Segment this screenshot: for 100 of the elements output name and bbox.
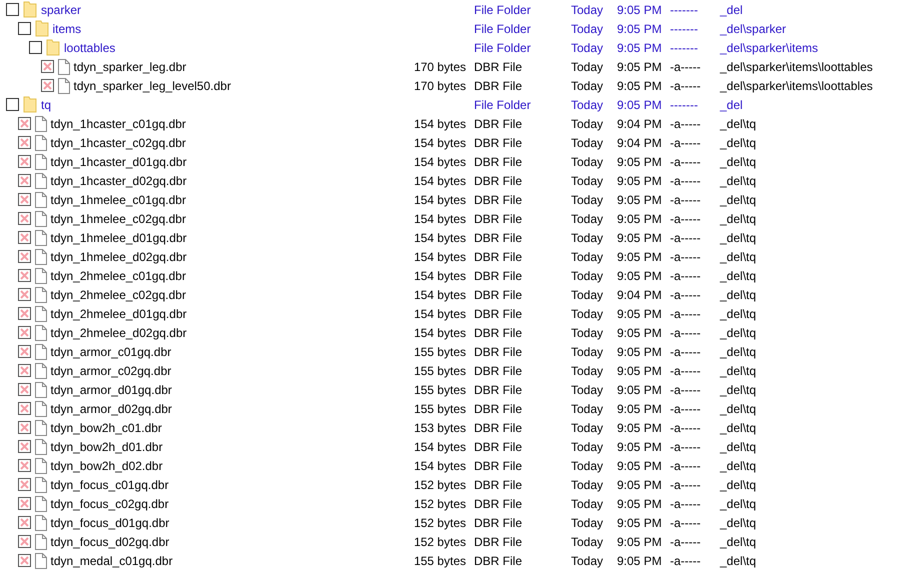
- file-name[interactable]: tdyn_armor_d02gq.dbr: [50, 400, 172, 418]
- file-attributes: -a-----: [670, 496, 701, 510]
- file-attributes: -a-----: [670, 478, 701, 492]
- checkbox[interactable]: [18, 117, 30, 130]
- file-icon: [34, 438, 46, 454]
- file-icon: [58, 58, 70, 74]
- file-icon: [34, 306, 46, 322]
- file-name[interactable]: tdyn_1hmelee_d01gq.dbr: [50, 228, 187, 246]
- file-name[interactable]: tdyn_1hmelee_c01gq.dbr: [50, 190, 186, 208]
- file-type: DBR File: [474, 60, 522, 74]
- file-name[interactable]: tdyn_focus_d01gq.dbr: [50, 514, 170, 532]
- file-path: _del\sparker\items\loottables: [720, 60, 873, 74]
- checkbox[interactable]: [18, 383, 30, 396]
- file-name[interactable]: tdyn_armor_c02gq.dbr: [50, 362, 172, 380]
- file-type: DBR File: [474, 364, 522, 378]
- folder-name[interactable]: items: [52, 20, 82, 38]
- file-name[interactable]: tdyn_focus_c02gq.dbr: [50, 494, 169, 512]
- checkbox[interactable]: [18, 440, 30, 453]
- file-attributes: -a-----: [670, 212, 701, 226]
- file-size: 154 bytes: [414, 458, 466, 472]
- file-name[interactable]: tdyn_1hcaster_d02gq.dbr: [50, 172, 187, 190]
- file-name[interactable]: tdyn_armor_d01gq.dbr: [50, 380, 172, 398]
- checkbox[interactable]: [18, 136, 30, 149]
- checkbox[interactable]: [18, 516, 30, 529]
- checkbox[interactable]: [18, 231, 30, 244]
- file-time: 9:05 PM: [617, 22, 662, 36]
- checkbox[interactable]: [6, 3, 19, 16]
- file-name[interactable]: tdyn_bow2h_d01.dbr: [50, 438, 163, 456]
- file-name[interactable]: tdyn_2hmelee_c02gq.dbr: [50, 286, 186, 304]
- file-name[interactable]: tdyn_medal_c01gq.dbr: [50, 552, 173, 570]
- file-name[interactable]: tdyn_sparker_leg.dbr: [74, 58, 186, 76]
- file-name[interactable]: tdyn_2hmelee_d02gq.dbr: [50, 324, 187, 342]
- checkbox[interactable]: [18, 307, 30, 320]
- checkbox[interactable]: [18, 459, 30, 472]
- checkbox[interactable]: [18, 345, 30, 358]
- file-date: Today: [571, 22, 604, 36]
- checkbox[interactable]: [18, 250, 30, 263]
- file-name[interactable]: tdyn_1hmelee_d02gq.dbr: [50, 248, 187, 266]
- file-attributes: -a-----: [670, 402, 701, 416]
- file-time: 9:04 PM: [617, 288, 662, 302]
- file-name[interactable]: tdyn_sparker_leg_level50.dbr: [74, 76, 231, 94]
- file-name[interactable]: tdyn_1hcaster_c01gq.dbr: [50, 114, 186, 132]
- file-name[interactable]: tdyn_2hmelee_d01gq.dbr: [50, 304, 187, 322]
- file-name[interactable]: tdyn_focus_d02gq.dbr: [50, 532, 170, 550]
- checkbox[interactable]: [18, 22, 30, 35]
- checkbox[interactable]: [18, 212, 30, 225]
- folder-name[interactable]: loottables: [64, 38, 116, 56]
- file-icon: [34, 324, 46, 340]
- file-icon: [34, 172, 46, 188]
- file-attributes: -a-----: [670, 344, 701, 358]
- checkbox[interactable]: [18, 174, 30, 187]
- file-name[interactable]: tdyn_bow2h_d02.dbr: [50, 456, 163, 474]
- folder-name[interactable]: sparker: [41, 0, 82, 18]
- file-date: Today: [571, 420, 604, 434]
- file-name[interactable]: tdyn_bow2h_c01.dbr: [50, 418, 162, 436]
- file-name[interactable]: tdyn_armor_c01gq.dbr: [50, 342, 172, 360]
- file-icon: [34, 400, 46, 416]
- checkbox[interactable]: [18, 497, 30, 510]
- checkbox[interactable]: [18, 535, 30, 548]
- file-date: Today: [571, 268, 604, 282]
- file-date: Today: [571, 440, 604, 454]
- checkbox[interactable]: [40, 79, 54, 92]
- file-type: DBR File: [474, 116, 522, 130]
- checkbox[interactable]: [18, 478, 30, 491]
- checkbox[interactable]: [18, 269, 30, 282]
- checkbox[interactable]: [18, 421, 30, 434]
- file-path: _del\sparker: [720, 22, 786, 36]
- file-date: Today: [571, 554, 604, 568]
- file-name[interactable]: tdyn_1hcaster_d01gq.dbr: [50, 152, 187, 170]
- checkbox[interactable]: [18, 155, 30, 168]
- file-date: Today: [571, 326, 604, 340]
- checkbox[interactable]: [40, 60, 54, 73]
- file-time: 9:05 PM: [617, 268, 662, 282]
- checkbox[interactable]: [18, 554, 30, 567]
- checkbox[interactable]: [18, 288, 30, 301]
- file-date: Today: [571, 60, 604, 74]
- file-time: 9:05 PM: [617, 420, 662, 434]
- file-attributes: -a-----: [670, 288, 701, 302]
- file-attributes: -a-----: [670, 78, 701, 92]
- file-size: 154 bytes: [414, 250, 466, 264]
- checkbox[interactable]: [18, 193, 30, 206]
- file-name[interactable]: tdyn_focus_c01gq.dbr: [50, 476, 169, 494]
- file-name[interactable]: tdyn_1hcaster_c02gq.dbr: [50, 134, 186, 152]
- folder-name[interactable]: tq: [41, 96, 52, 114]
- checkbox[interactable]: [18, 402, 30, 415]
- file-date: Today: [571, 364, 604, 378]
- file-attributes: -a-----: [670, 154, 701, 168]
- file-attributes: -------: [670, 2, 698, 16]
- checkbox[interactable]: [29, 41, 42, 54]
- file-type: DBR File: [474, 154, 522, 168]
- file-name[interactable]: tdyn_1hmelee_c02gq.dbr: [50, 210, 186, 228]
- file-size: 155 bytes: [414, 382, 466, 396]
- file-path: _del\tq: [720, 344, 756, 358]
- checkbox[interactable]: [6, 98, 19, 111]
- file-path: _del\tq: [720, 116, 756, 130]
- checkbox[interactable]: [18, 364, 30, 377]
- checkbox[interactable]: [18, 326, 30, 339]
- file-time: 9:05 PM: [617, 364, 662, 378]
- file-time: 9:04 PM: [617, 116, 662, 130]
- file-name[interactable]: tdyn_2hmelee_c01gq.dbr: [50, 266, 186, 284]
